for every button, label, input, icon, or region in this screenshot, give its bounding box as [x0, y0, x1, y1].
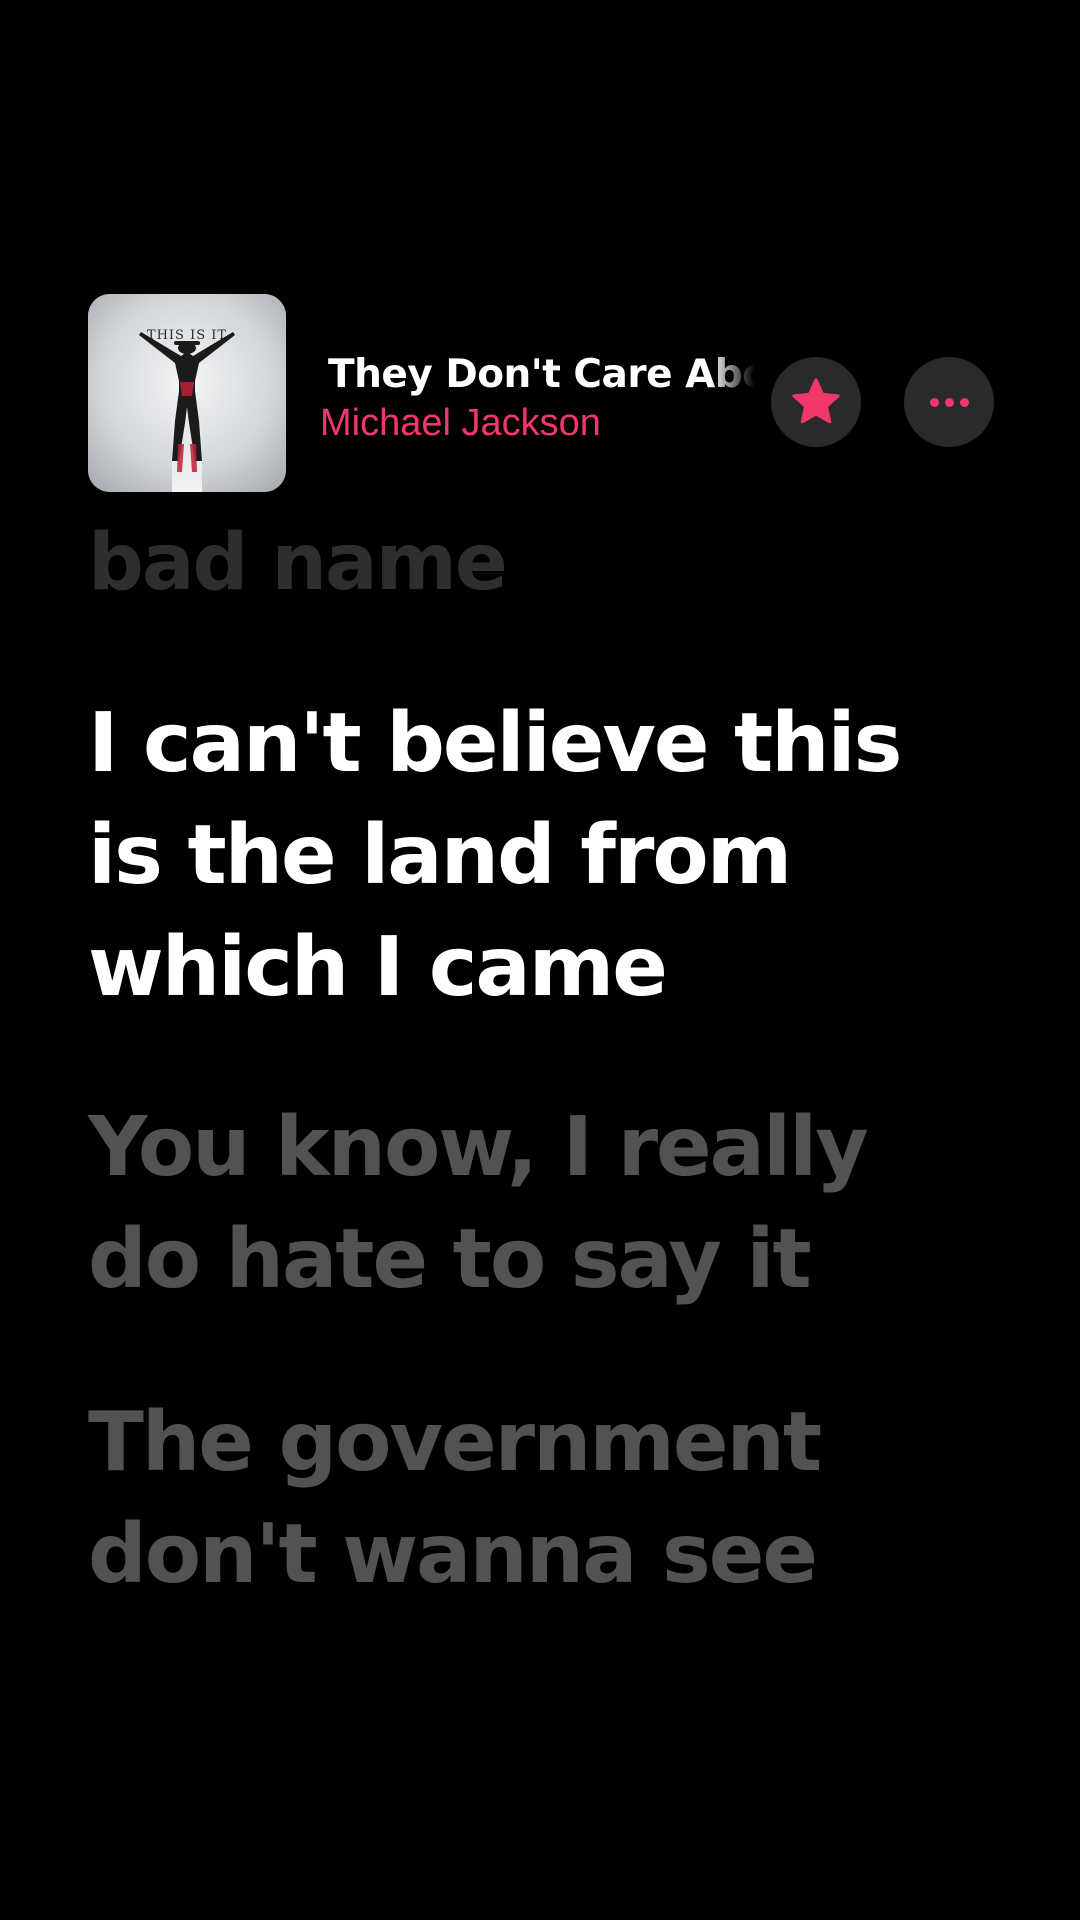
lyric-text-line: is the land from [88, 808, 792, 903]
album-artwork-image [88, 294, 286, 492]
more-options-button[interactable] [904, 357, 994, 447]
lyric-text-line: don't wanna see [88, 1507, 818, 1602]
lyric-line-previous[interactable]: bad name [88, 508, 1008, 618]
ellipsis-icon [929, 397, 969, 407]
track-info[interactable]: They Don't Care About Us Michael Jackson [320, 350, 760, 446]
lyric-text-line: do hate to say it [88, 1212, 812, 1307]
favorite-button[interactable] [771, 357, 861, 447]
song-title: They Don't Care About Us [320, 350, 760, 400]
lyric-text-line: The government [88, 1395, 822, 1490]
lyric-line-next[interactable]: The government don't wanna see [88, 1387, 1008, 1611]
artist-name[interactable]: Michael Jackson [320, 400, 760, 446]
lyric-line-next[interactable]: You know, I really do hate to say it [88, 1092, 1008, 1316]
lyric-line-current[interactable]: I can't believe this is the land from wh… [88, 688, 1008, 1024]
album-artwork-title: THIS IS IT [146, 328, 228, 343]
lyric-text-line: I can't believe this [88, 696, 902, 791]
star-icon [792, 378, 840, 424]
now-playing-header: THIS IS IT They Don't Care About Us Mich… [88, 294, 1000, 492]
lyric-text-line: You know, I really [88, 1100, 869, 1195]
lyric-text-line: which I came [88, 920, 668, 1015]
album-artwork[interactable]: THIS IS IT [88, 294, 286, 492]
